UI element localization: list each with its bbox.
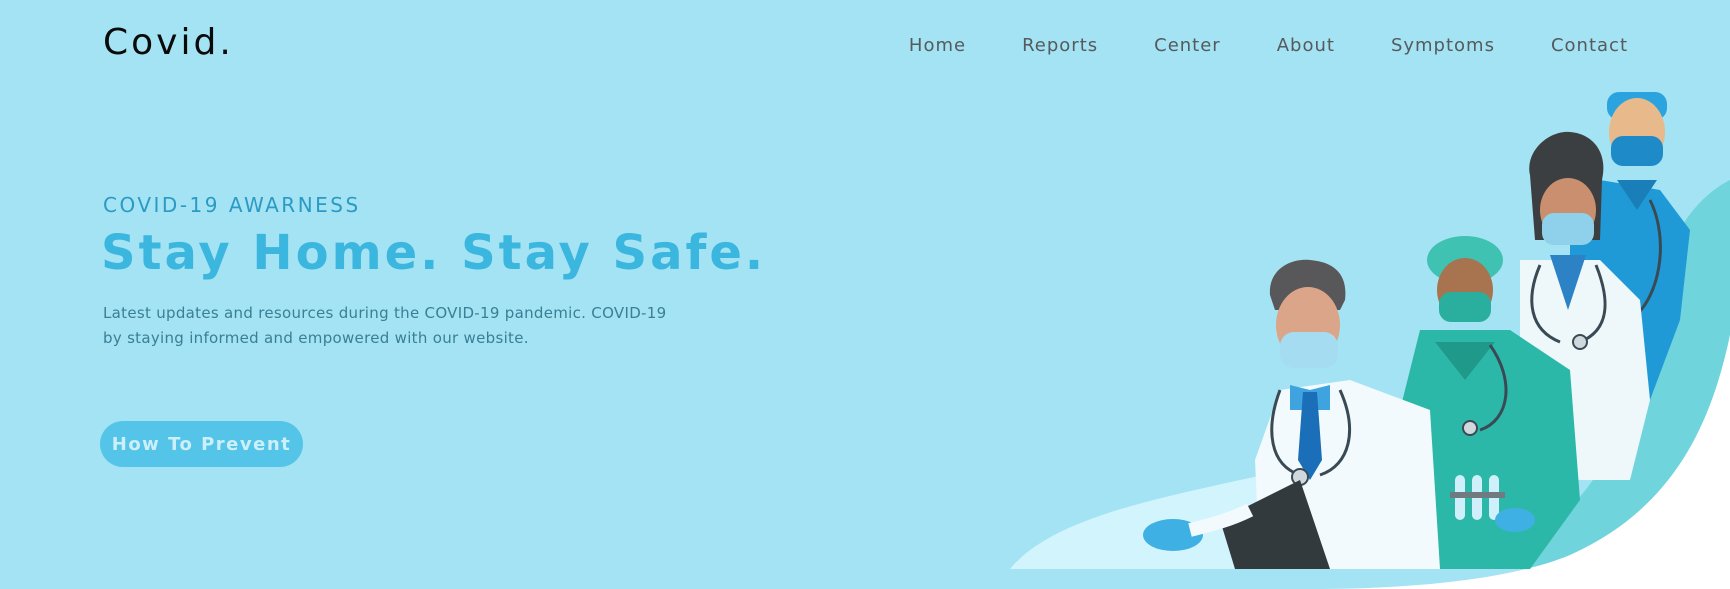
nav-link-reports[interactable]: Reports [1022,35,1098,56]
nav-link-contact[interactable]: Contact [1551,35,1628,56]
nav-link-center[interactable]: Center [1154,35,1221,56]
doctor-white-coat-male [1143,259,1440,569]
navbar: Covid. Home Reports Center About Symptom… [0,0,1730,90]
nav-link-home[interactable]: Home [909,35,966,56]
doctors-illustration [1010,92,1730,589]
hero-headline: Stay Home. Stay Safe. [101,225,767,281]
hero-eyebrow: COVID-19 AWARNESS [103,193,361,217]
nav-link-symptoms[interactable]: Symptoms [1391,35,1495,56]
nav-links: Home Reports Center About Symptoms Conta… [853,35,1628,56]
logo[interactable]: Covid. [103,22,234,63]
hero-section: COVID-19 AWARNESS Stay Home. Stay Safe. … [101,193,767,351]
hero-description: Latest updates and resources during the … [103,304,667,347]
how-to-prevent-button[interactable]: How To Prevent [100,421,303,467]
nav-link-about[interactable]: About [1277,35,1335,56]
